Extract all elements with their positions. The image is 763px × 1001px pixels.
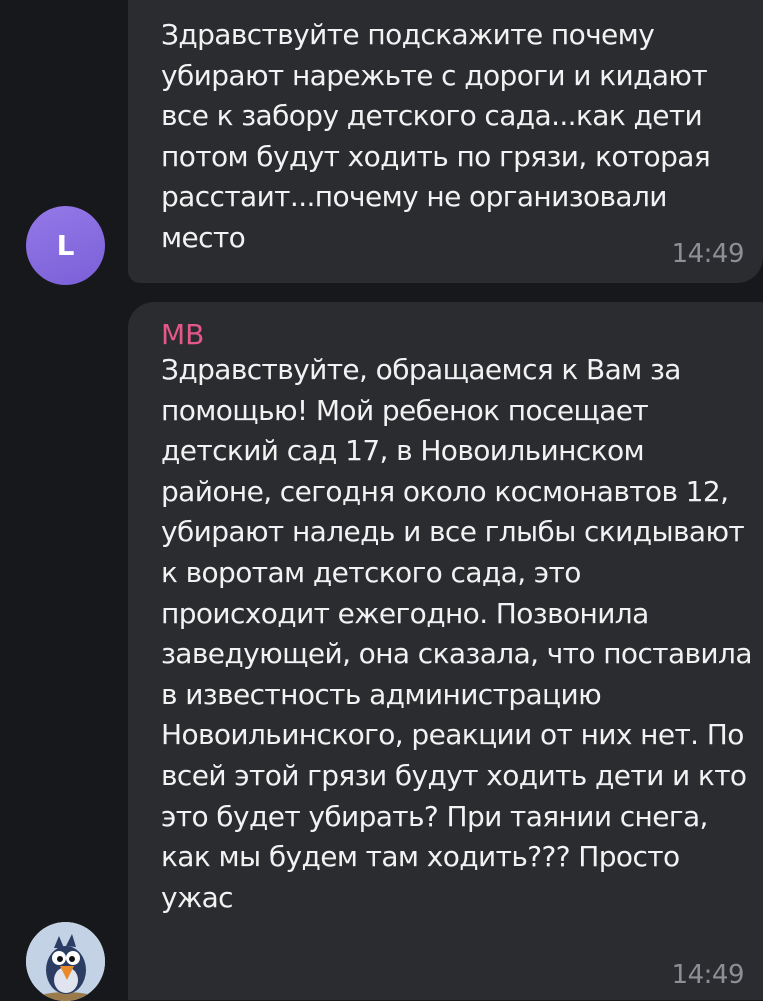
message-time: 14:49: [671, 960, 745, 990]
avatar-letter: L: [56, 229, 75, 262]
avatar[interactable]: [26, 922, 105, 1001]
message-time: 14:49: [671, 239, 745, 269]
sender-name[interactable]: MB: [161, 318, 204, 352]
message-bubble-1[interactable]: Здравствуйте подскажите почему убирают н…: [128, 0, 763, 283]
message-text: Здравствуйте подскажите почему убирают н…: [161, 18, 711, 254]
avatar[interactable]: L: [26, 206, 105, 285]
message-bubble-2[interactable]: MB Здравствуйте, обращаемся к Вам за пом…: [128, 302, 763, 1000]
bird-avatar-icon: [26, 922, 105, 1001]
message-text: Здравствуйте, обращаемся к Вам за помощь…: [161, 353, 752, 914]
